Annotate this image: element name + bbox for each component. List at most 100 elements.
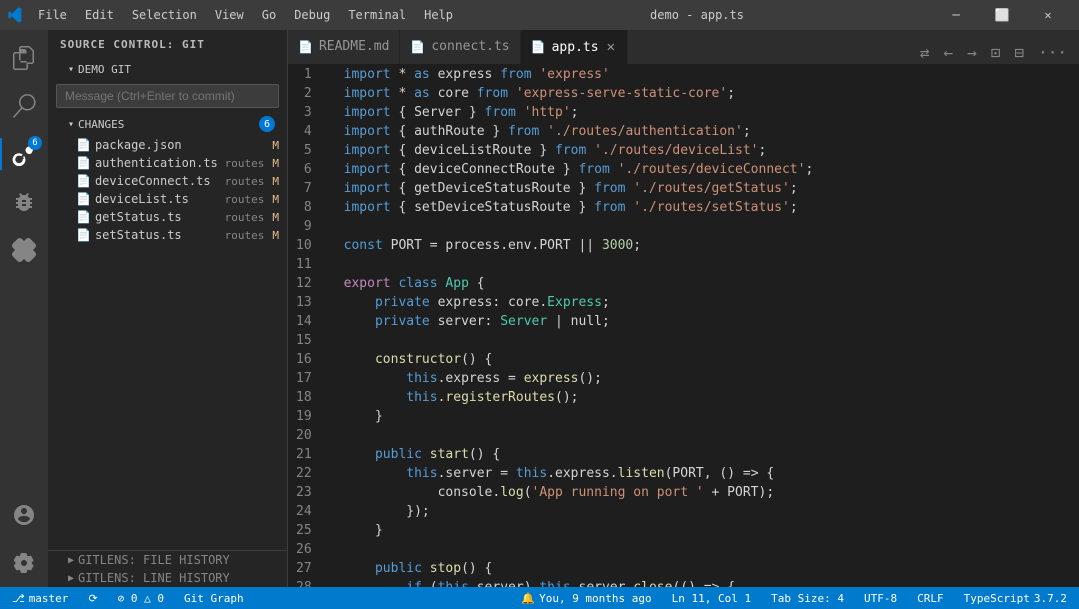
close-button[interactable]: ✕: [1025, 0, 1071, 30]
minimize-button[interactable]: ─: [933, 0, 979, 30]
menu-terminal[interactable]: Terminal: [340, 6, 414, 24]
account-activity-icon[interactable]: [0, 491, 48, 539]
menu-selection[interactable]: Selection: [124, 6, 205, 24]
extensions-activity-icon[interactable]: [0, 226, 48, 274]
code-line: [336, 540, 1079, 559]
code-line: import * as express from 'express': [336, 65, 1079, 84]
tab-icon-connect: 📄: [410, 40, 425, 54]
file-status-devicelist: M: [272, 193, 279, 206]
file-item-getstatus[interactable]: 📄 getStatus.ts routes M: [48, 208, 287, 226]
titlebar-menus: File Edit Selection View Go Debug Termin…: [30, 6, 461, 24]
attribution-text: You, 9 months ago: [539, 592, 652, 605]
git-graph-button[interactable]: Git Graph: [180, 592, 248, 605]
maximize-button[interactable]: ⬜: [979, 0, 1025, 30]
settings-activity-icon[interactable]: [0, 539, 48, 587]
sync-button[interactable]: ⟳: [84, 592, 101, 605]
tab-label-readme: README.md: [319, 39, 389, 54]
changes-label-group: ▾ CHANGES: [68, 118, 124, 131]
tab-connect[interactable]: 📄 connect.ts: [400, 30, 520, 64]
toggle-panel-icon[interactable]: ⊡: [987, 41, 1005, 64]
file-detail-getstatus: routes: [225, 211, 265, 224]
code-content[interactable]: import * as express from 'express'import…: [336, 65, 1079, 587]
file-item-deviceconnect[interactable]: 📄 deviceConnect.ts routes M: [48, 172, 287, 190]
code-line: export class App {: [336, 274, 1079, 293]
file-icon-auth: 📄: [76, 156, 91, 170]
file-icon-package: 📄: [76, 138, 91, 152]
menu-help[interactable]: Help: [416, 6, 461, 24]
menu-view[interactable]: View: [207, 6, 252, 24]
tab-readme[interactable]: 📄 README.md: [288, 30, 400, 64]
errors-text: ⊘ 0 △ 0: [118, 592, 164, 605]
file-detail-devicelist: routes: [225, 193, 265, 206]
code-line: }: [336, 521, 1079, 540]
tab-app[interactable]: 📄 app.ts ✕: [521, 30, 628, 64]
gitlens-line-history[interactable]: ▶ GITLENS: LINE HISTORY: [48, 569, 287, 587]
file-item-auth[interactable]: 📄 authentication.ts routes M: [48, 154, 287, 172]
encoding-text: UTF-8: [864, 592, 897, 605]
main-layout: 6 SOURCE CONTROL: GIT ▾ DEMO GIT ▾ CHANG…: [0, 30, 1079, 587]
branch-icon: ⎇: [12, 592, 25, 605]
more-actions-icon[interactable]: ···: [1034, 41, 1071, 64]
gitlens-file-history[interactable]: ▶ GITLENS: FILE HISTORY: [48, 551, 287, 569]
source-control-activity-icon[interactable]: 6: [0, 130, 48, 178]
file-item-package[interactable]: 📄 package.json M: [48, 136, 287, 154]
code-line: if (this.server) this.server.close(() =>…: [336, 578, 1079, 587]
file-icon-getstatus: 📄: [76, 210, 91, 224]
menu-edit[interactable]: Edit: [77, 6, 122, 24]
code-line: constructor() {: [336, 350, 1079, 369]
sync-icon: ⟳: [88, 592, 97, 605]
tab-icon-readme: 📄: [298, 40, 313, 54]
line-numbers-column: 1234567891011121314151617181920212223242…: [288, 65, 336, 587]
tab-size-info[interactable]: Tab Size: 4: [767, 592, 848, 605]
code-line: import * as core from 'express-serve-sta…: [336, 84, 1079, 103]
go-forward-icon[interactable]: →: [963, 41, 981, 64]
search-activity-icon[interactable]: [0, 82, 48, 130]
menu-file[interactable]: File: [30, 6, 75, 24]
file-status-deviceconnect: M: [272, 175, 279, 188]
side-by-side-icon[interactable]: ⊟: [1010, 41, 1028, 64]
file-detail-deviceconnect: routes: [225, 175, 265, 188]
file-name-setstatus: setStatus.ts: [95, 228, 221, 242]
changes-section-header[interactable]: ▾ CHANGES 6: [48, 112, 287, 136]
editor-toolbar: ⇄ ← → ⊡ ⊟ ···: [908, 41, 1079, 64]
file-name-devicelist: deviceList.ts: [95, 192, 221, 206]
file-status-auth: M: [272, 157, 279, 170]
go-back-icon[interactable]: ←: [940, 41, 958, 64]
file-icon-deviceconnect: 📄: [76, 174, 91, 188]
code-line: console.log('App running on port ' + POR…: [336, 483, 1079, 502]
debug-activity-icon[interactable]: [0, 178, 48, 226]
errors-warnings[interactable]: ⊘ 0 △ 0: [114, 592, 168, 605]
commit-message-input[interactable]: [56, 84, 279, 108]
split-editor-icon[interactable]: ⇄: [916, 41, 934, 64]
encoding-info[interactable]: UTF-8: [860, 592, 901, 605]
language-version: 3.7.2: [1034, 592, 1067, 605]
menu-debug[interactable]: Debug: [286, 6, 338, 24]
tab-icon-app: 📄: [531, 40, 546, 54]
branch-indicator[interactable]: ⎇ master: [8, 592, 72, 605]
code-line: public stop() {: [336, 559, 1079, 578]
file-item-devicelist[interactable]: 📄 deviceList.ts routes M: [48, 190, 287, 208]
code-line: import { deviceListRoute } from './route…: [336, 141, 1079, 160]
code-line: [336, 217, 1079, 236]
menu-go[interactable]: Go: [254, 6, 284, 24]
file-name-getstatus: getStatus.ts: [95, 210, 221, 224]
code-line: import { getDeviceStatusRoute } from './…: [336, 179, 1079, 198]
code-line: [336, 426, 1079, 445]
file-icon-devicelist: 📄: [76, 192, 91, 206]
line-ending-text: CRLF: [917, 592, 944, 605]
editor-area: 📄 README.md 📄 connect.ts 📄 app.ts ✕ ⇄ ← …: [288, 30, 1079, 587]
tab-label-app: app.ts: [552, 40, 599, 55]
code-line: import { authRoute } from './routes/auth…: [336, 122, 1079, 141]
repo-name: DEMO GIT: [78, 63, 131, 76]
tab-close-app[interactable]: ✕: [605, 39, 617, 55]
file-item-setstatus[interactable]: 📄 setStatus.ts routes M: [48, 226, 287, 244]
titlebar: File Edit Selection View Go Debug Termin…: [0, 0, 1079, 30]
repo-header[interactable]: ▾ DEMO GIT: [48, 59, 287, 80]
changes-count-badge: 6: [259, 116, 275, 132]
language-info[interactable]: TypeScript 3.7.2: [960, 592, 1071, 605]
branch-name: master: [29, 592, 69, 605]
explorer-activity-icon[interactable]: [0, 34, 48, 82]
cursor-position[interactable]: Ln 11, Col 1: [668, 592, 755, 605]
code-line: [336, 255, 1079, 274]
line-ending-info[interactable]: CRLF: [913, 592, 948, 605]
